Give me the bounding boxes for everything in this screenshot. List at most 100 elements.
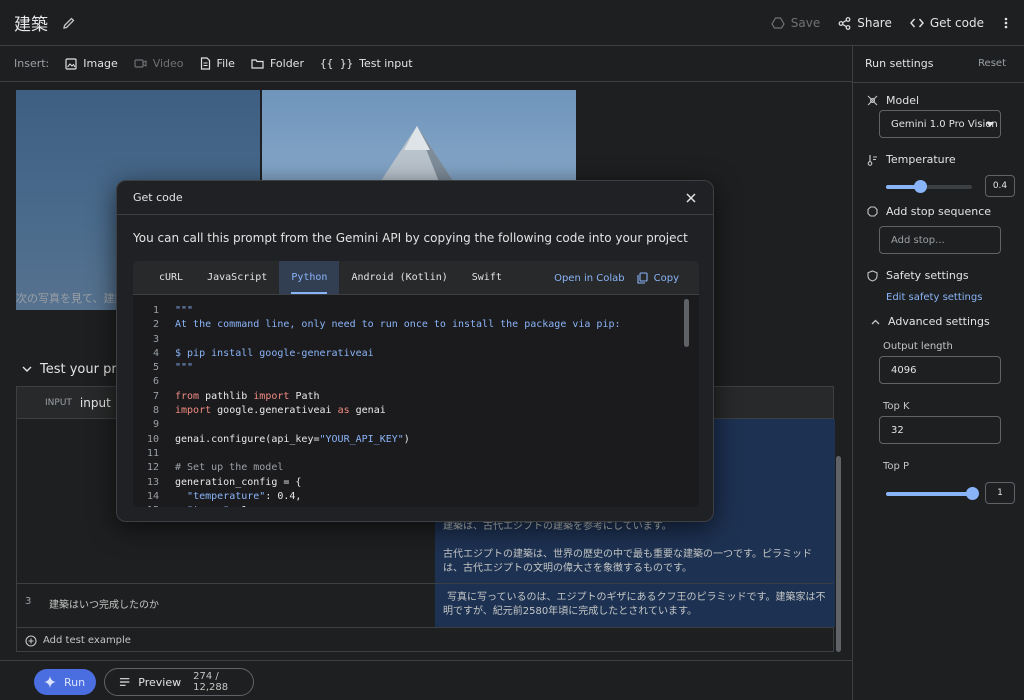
tab-javascript[interactable]: JavaScript xyxy=(195,261,279,294)
insert-test-input-button[interactable]: {{ }} Test input xyxy=(320,57,413,70)
insert-folder-button[interactable]: Folder xyxy=(251,57,304,70)
get-code-button[interactable]: Get code xyxy=(909,16,984,30)
advanced-settings-toggle[interactable]: Advanced settings xyxy=(871,315,990,328)
insert-test-input-label: Test input xyxy=(359,57,413,70)
line-text: "top_p": 1, xyxy=(175,504,253,507)
code-line: 12 # Set up the model xyxy=(133,461,699,475)
code-block[interactable]: 1 """ 2 At the command line, only need to r… xyxy=(133,295,699,507)
temperature-slider[interactable] xyxy=(886,180,972,193)
line-text: "temperature": 0.4, xyxy=(175,490,301,504)
code-token: as xyxy=(337,405,356,417)
row-input[interactable]: 建築はいつ完成したのか xyxy=(49,596,159,611)
line-number: 10 xyxy=(146,433,159,445)
line-number: 5 xyxy=(152,362,159,374)
code-icon xyxy=(909,18,924,28)
dialog-header: Get code xyxy=(117,181,713,215)
line-number: 14 xyxy=(146,490,159,502)
row-output: 明ですが、紀元前2580年頃に完成したとされています。 xyxy=(443,606,697,617)
top-p-thumb[interactable] xyxy=(966,487,979,500)
edit-safety-settings-link[interactable]: Edit safety settings xyxy=(886,292,982,303)
language-tabs: cURL JavaScript Python Android (Kotlin) … xyxy=(133,261,699,295)
line-number: 1 xyxy=(152,305,159,316)
tab-android-kotlin[interactable]: Android (Kotlin) xyxy=(339,261,459,294)
line-text: import google.generativeai as genai xyxy=(175,404,386,418)
run-button[interactable]: Run xyxy=(34,669,96,695)
code-token: # Set up the model xyxy=(175,462,284,474)
preview-button[interactable]: Preview 274 / 12,288 xyxy=(104,668,254,696)
code-token: At the command line, only need to run on… xyxy=(175,319,621,331)
prompt-text[interactable]: 次の写真を見て、建築 xyxy=(16,290,125,306)
dialog-description: You can call this prompt from the Gemini… xyxy=(133,231,688,245)
main-scrollbar[interactable] xyxy=(836,456,841,652)
file-icon xyxy=(200,57,210,70)
row-output: 写真に写っているのは、エジプトのギザにあるクフ王のピラミッドです。建築家は不 xyxy=(447,592,826,603)
top-k-input[interactable]: 32 xyxy=(879,416,1001,444)
code-line: 1 """ xyxy=(133,304,699,318)
code-token: genai xyxy=(355,405,386,417)
insert-video-button[interactable]: Video xyxy=(134,57,184,70)
code-token: "YOUR_API_KEY" xyxy=(319,433,404,445)
temperature-thumb[interactable] xyxy=(914,180,928,193)
share-button[interactable]: Share xyxy=(838,16,892,30)
line-number: 4 xyxy=(152,347,159,359)
code-token: google.generativeai xyxy=(217,405,338,417)
table-row[interactable]: 3 建築はいつ完成したのか 写真に写っているのは、エジプトのギザにあるクフ王のピ… xyxy=(17,583,833,627)
run-label: Run xyxy=(64,675,86,689)
close-icon[interactable] xyxy=(683,190,699,206)
pencil-icon[interactable] xyxy=(62,16,76,30)
line-number: 15 xyxy=(133,504,159,507)
stop-sequence-input[interactable]: Add stop... xyxy=(879,226,1001,254)
code-scrollbar[interactable] xyxy=(684,299,689,347)
line-number: 8 xyxy=(152,405,159,417)
copy-icon xyxy=(637,272,648,284)
model-icon xyxy=(867,95,878,106)
add-test-example-button[interactable]: Add test example xyxy=(17,627,833,653)
tab-python[interactable]: Python xyxy=(279,261,340,294)
save-button[interactable]: Save xyxy=(771,16,820,30)
get-code-dialog: Get code You can call this prompt from t… xyxy=(116,180,714,522)
code-token: : 0.4, xyxy=(265,490,302,502)
code-token: import xyxy=(175,405,218,417)
code-line: 5 """ xyxy=(133,361,699,375)
code-token: $ pip install google-generativeai xyxy=(175,347,374,359)
model-select[interactable]: Gemini 1.0 Pro Vision xyxy=(879,110,1001,138)
more-menu-button[interactable] xyxy=(1002,16,1010,30)
output-length-label: Output length xyxy=(883,341,953,352)
top-p-input[interactable]: 1 xyxy=(985,482,1015,504)
code-token: """ xyxy=(175,305,194,316)
chevron-down-icon xyxy=(22,366,32,372)
code-line: 6 xyxy=(133,375,699,389)
column-name[interactable]: input xyxy=(80,396,111,410)
image-icon xyxy=(65,57,77,70)
output-length-input[interactable]: 4096 xyxy=(879,356,1001,384)
code-token: Path xyxy=(295,390,320,402)
dialog-title: Get code xyxy=(133,191,183,204)
open-in-colab-button[interactable]: Open in Colab xyxy=(554,273,625,284)
tab-curl[interactable]: cURL xyxy=(133,261,195,294)
divider xyxy=(853,82,1024,83)
code-token: "temperature" xyxy=(187,490,266,502)
code-line: 3 xyxy=(133,333,699,347)
insert-image-button[interactable]: Image xyxy=(65,57,118,70)
thermometer-icon xyxy=(867,154,877,166)
octagon-icon xyxy=(867,206,878,217)
insert-video-label: Video xyxy=(152,57,184,70)
get-code-label: Get code xyxy=(929,16,984,30)
caret-down-icon xyxy=(986,122,994,127)
code-line: 11 xyxy=(133,447,699,461)
tab-swift[interactable]: Swift xyxy=(460,261,514,294)
code-token: from xyxy=(175,390,206,402)
top-p-slider[interactable] xyxy=(886,487,979,500)
reset-button[interactable]: Reset xyxy=(978,58,1006,69)
insert-file-button[interactable]: File xyxy=(200,57,235,70)
row-number: 3 xyxy=(25,596,32,607)
advanced-settings-label: Advanced settings xyxy=(888,315,990,328)
chevron-up-icon xyxy=(871,319,880,324)
code-line: 9 xyxy=(133,418,699,432)
temperature-input[interactable]: 0.4 xyxy=(985,175,1015,197)
prompt-title[interactable]: 建築 xyxy=(14,10,48,35)
copy-button[interactable]: Copy xyxy=(637,272,679,284)
code-card: cURL JavaScript Python Android (Kotlin) … xyxy=(133,261,699,507)
line-number: 9 xyxy=(152,419,159,431)
